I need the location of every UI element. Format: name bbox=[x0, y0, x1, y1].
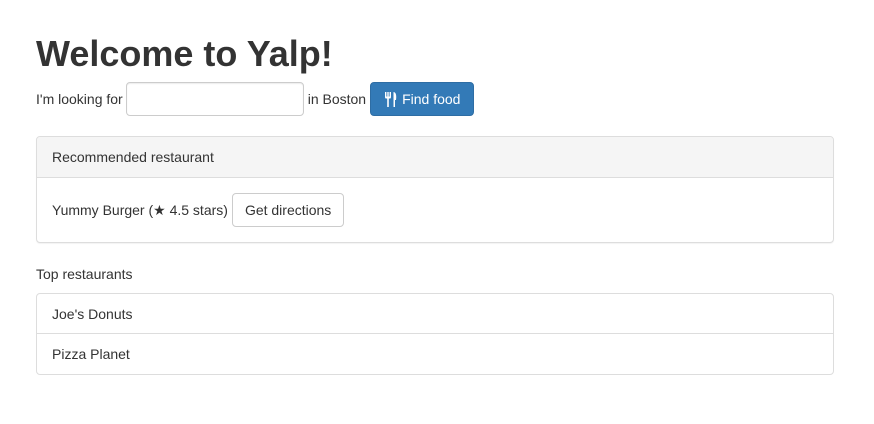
page-title: Welcome to Yalp! bbox=[36, 33, 333, 74]
recommended-panel: Recommended restaurant Yummy Burger (★ 4… bbox=[36, 136, 834, 243]
top-restaurants-heading: Top restaurants bbox=[36, 266, 133, 282]
find-food-label: Find food bbox=[402, 91, 461, 107]
cutlery-icon bbox=[384, 91, 398, 107]
list-item: Pizza Planet bbox=[36, 333, 834, 375]
get-directions-button[interactable]: Get directions bbox=[231, 193, 345, 227]
search-prefix-label: I'm looking for bbox=[36, 91, 123, 107]
search-input[interactable] bbox=[125, 82, 304, 116]
recommended-body: Yummy Burger (★ 4.5 stars) Get direction… bbox=[37, 178, 833, 242]
find-food-button[interactable]: Find food bbox=[370, 82, 475, 116]
search-form: I'm looking for in Boston Find food bbox=[36, 82, 475, 116]
list-item: Joe's Donuts bbox=[36, 293, 834, 334]
recommended-restaurant: Yummy Burger (★ 4.5 stars) bbox=[52, 201, 228, 218]
recommended-heading: Recommended restaurant bbox=[37, 137, 833, 178]
top-restaurants-list: Joe's Donuts Pizza Planet bbox=[36, 293, 834, 375]
location-label: in Boston bbox=[307, 91, 367, 107]
